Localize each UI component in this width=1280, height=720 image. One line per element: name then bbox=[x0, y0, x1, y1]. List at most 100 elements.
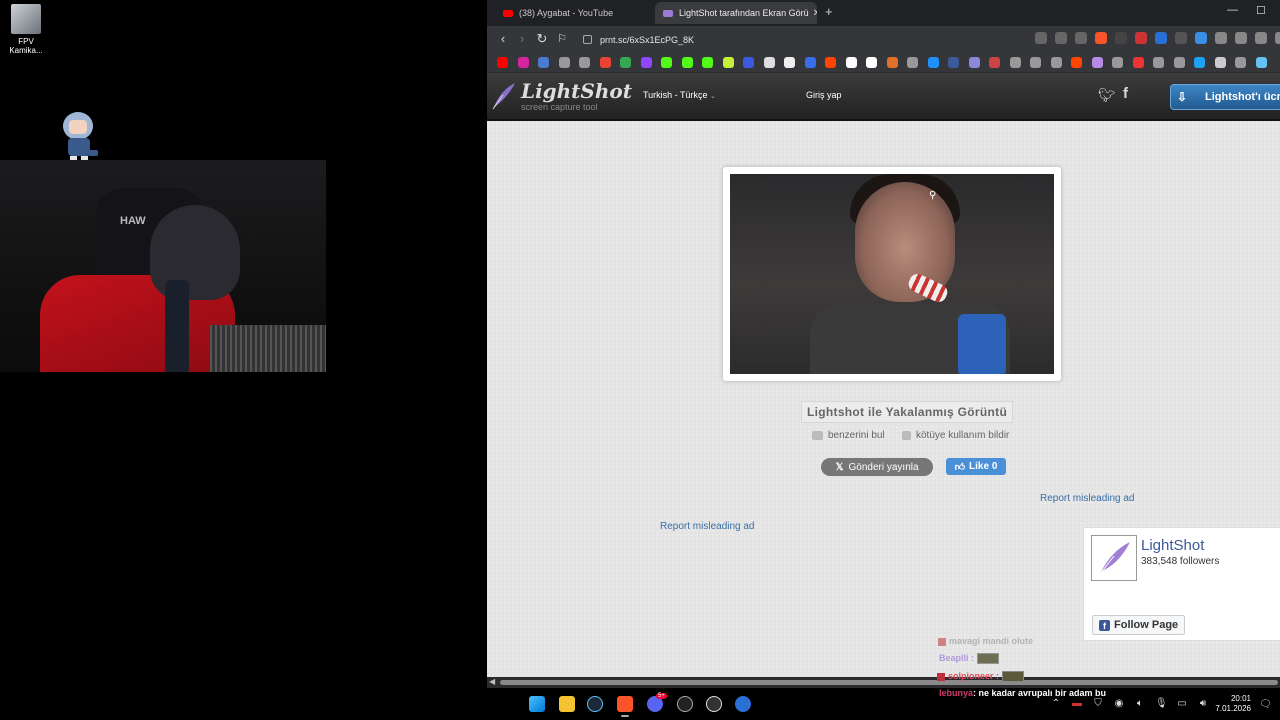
bookmark-icon[interactable] bbox=[927, 57, 939, 68]
lightshot-logo[interactable]: LightShot bbox=[521, 79, 632, 103]
scrollbar-thumb[interactable] bbox=[500, 680, 1278, 685]
bookmark-icon[interactable] bbox=[1153, 57, 1164, 68]
bookmark-icon[interactable] bbox=[886, 57, 898, 68]
bookmark-icon[interactable] bbox=[804, 57, 816, 68]
globe-bookmark-icon[interactable] bbox=[579, 57, 590, 68]
language-select[interactable]: Turkish - Türkçe ⌄ bbox=[643, 90, 716, 100]
globe-bookmark-icon[interactable] bbox=[907, 57, 918, 68]
chevron-up-icon[interactable]: ⌃ bbox=[1050, 698, 1062, 710]
amazon-bookmark-icon[interactable] bbox=[866, 57, 877, 68]
bookmark-icon[interactable] bbox=[1132, 57, 1144, 68]
extension-icon[interactable] bbox=[1215, 32, 1227, 44]
report-abuse-link[interactable]: kötüye kullanım bildir bbox=[902, 430, 1009, 441]
lightshot-bookmark-icon[interactable] bbox=[1091, 57, 1103, 68]
puzzle-icon[interactable] bbox=[1235, 32, 1247, 44]
folder-icon[interactable] bbox=[1214, 57, 1226, 68]
twitter-icon[interactable]: 🐦︎ bbox=[1098, 87, 1116, 104]
close-tab-icon[interactable]: ✕ bbox=[809, 8, 817, 19]
extension-icon[interactable] bbox=[1155, 32, 1167, 44]
bookmark-icon[interactable] bbox=[722, 57, 734, 68]
report-ad-link[interactable]: Report misleading ad bbox=[660, 521, 755, 532]
minimize-icon[interactable]: — bbox=[1227, 4, 1238, 16]
tray-app-icon[interactable]: ▬ bbox=[1071, 698, 1083, 710]
extension-icon[interactable] bbox=[1175, 32, 1187, 44]
extension-icon[interactable] bbox=[1195, 32, 1207, 44]
like-button[interactable]: 👍︎ Like 0 bbox=[946, 458, 1006, 475]
tweet-button[interactable]: 𝕏 Gönderi yayınla bbox=[821, 458, 933, 476]
site-info-icon[interactable] bbox=[583, 35, 592, 44]
ublock-icon[interactable] bbox=[1135, 32, 1147, 44]
zoom-icon[interactable] bbox=[1055, 32, 1067, 44]
bookmark-icon[interactable] bbox=[1194, 57, 1205, 68]
kick-bookmark-icon[interactable] bbox=[702, 57, 713, 68]
app-icon[interactable] bbox=[706, 696, 722, 712]
kick-bookmark-icon[interactable] bbox=[681, 57, 693, 68]
twitch-bookmark-icon[interactable] bbox=[640, 57, 652, 68]
bookmark-icon[interactable] bbox=[538, 57, 549, 68]
network-icon[interactable]: ▭ bbox=[1176, 698, 1188, 710]
youtube-bookmark-icon[interactable] bbox=[497, 57, 508, 68]
steam-tray-icon[interactable]: ◉ bbox=[1113, 698, 1125, 710]
kick-bookmark-icon[interactable] bbox=[661, 57, 672, 68]
report-ad-link[interactable]: Report misleading ad bbox=[1040, 493, 1135, 504]
share-icon[interactable] bbox=[1075, 32, 1087, 44]
volume-icon[interactable]: 🔊︎ bbox=[1197, 698, 1209, 710]
screenshot-image[interactable]: ⚲ bbox=[730, 174, 1054, 374]
back-arrow-icon[interactable]: ‹ bbox=[495, 31, 511, 46]
globe-bookmark-icon[interactable] bbox=[1030, 57, 1041, 68]
forward-arrow-icon[interactable]: › bbox=[514, 31, 530, 46]
notification-icon[interactable]: 🗨︎ bbox=[1259, 699, 1272, 710]
brave-shield-icon[interactable] bbox=[1095, 32, 1107, 44]
globe-bookmark-icon[interactable] bbox=[1009, 57, 1021, 68]
facebook-page-name[interactable]: LightShot bbox=[1141, 537, 1204, 554]
follow-page-button[interactable]: f Follow Page bbox=[1092, 615, 1186, 635]
globe-bookmark-icon[interactable] bbox=[1173, 57, 1185, 68]
download-button[interactable]: ⇩ Lightshot'ı ücr bbox=[1170, 84, 1280, 110]
bookmark-icon[interactable]: ⚐ bbox=[554, 32, 570, 45]
address-bar[interactable]: prnt.sc/6xSx1EcPG_8K bbox=[575, 29, 1115, 50]
globe-bookmark-icon[interactable] bbox=[1050, 57, 1062, 68]
globe-bookmark-icon[interactable] bbox=[1235, 57, 1246, 68]
scroll-left-icon[interactable]: ◀ bbox=[489, 677, 495, 686]
brave-browser-icon[interactable] bbox=[617, 696, 633, 712]
new-tab-button[interactable]: + bbox=[825, 4, 833, 19]
instagram-bookmark-icon[interactable] bbox=[517, 57, 529, 68]
obs-icon[interactable] bbox=[677, 696, 693, 712]
bookmark-icon[interactable] bbox=[968, 57, 980, 68]
file-explorer-icon[interactable] bbox=[559, 696, 575, 712]
start-windows-icon[interactable] bbox=[529, 696, 545, 712]
tab-youtube[interactable]: (38) Aygabat - YouTube bbox=[495, 2, 645, 24]
clock[interactable]: 20:01 7.01.2026 bbox=[1213, 694, 1251, 714]
lightshot-feather-icon[interactable] bbox=[491, 81, 517, 111]
desktop-shortcut-fpv[interactable]: FPV Kamika... bbox=[6, 4, 46, 55]
reddit-bookmark-icon[interactable] bbox=[1071, 57, 1082, 68]
settings-icon[interactable] bbox=[1255, 32, 1267, 44]
gmail-bookmark-icon[interactable] bbox=[599, 57, 611, 68]
x-bookmark-icon[interactable] bbox=[784, 57, 795, 68]
facebook-page-avatar[interactable] bbox=[1091, 535, 1137, 581]
steam-bookmark-icon[interactable] bbox=[1255, 57, 1267, 68]
login-link[interactable]: Giriş yap bbox=[806, 90, 842, 100]
globe-bookmark-icon[interactable] bbox=[558, 57, 570, 68]
find-similar-link[interactable]: benzerini bul bbox=[812, 430, 885, 441]
cast-icon[interactable] bbox=[1035, 32, 1047, 44]
microphone-icon[interactable]: 🎙︎ bbox=[1155, 698, 1168, 710]
drive-bookmark-icon[interactable] bbox=[620, 57, 631, 68]
shield-icon[interactable]: ⛉ bbox=[1092, 698, 1104, 710]
app-icon[interactable] bbox=[735, 696, 751, 712]
globe-bookmark-icon[interactable] bbox=[1112, 57, 1123, 68]
tab-lightshot[interactable]: LightShot tarafından Ekran Görü ✕ bbox=[655, 2, 817, 24]
reload-icon[interactable]: ↻ bbox=[534, 31, 550, 47]
horizontal-scrollbar[interactable]: ◀ bbox=[487, 677, 1280, 688]
bookmark-icon[interactable] bbox=[743, 57, 754, 68]
bookmark-icon[interactable] bbox=[989, 57, 1000, 68]
speaker-icon[interactable]: 🔈︎ bbox=[1134, 698, 1146, 710]
bookmark-icon[interactable] bbox=[948, 57, 959, 68]
profile-icon[interactable] bbox=[1275, 32, 1280, 44]
maximize-icon[interactable]: ☐ bbox=[1256, 4, 1266, 17]
bookmark-icon[interactable] bbox=[845, 57, 857, 68]
reddit-bookmark-icon[interactable] bbox=[825, 57, 836, 68]
bookmark-icon[interactable] bbox=[763, 57, 775, 68]
steam-icon[interactable] bbox=[587, 696, 603, 712]
facebook-icon[interactable]: f bbox=[1123, 85, 1128, 102]
